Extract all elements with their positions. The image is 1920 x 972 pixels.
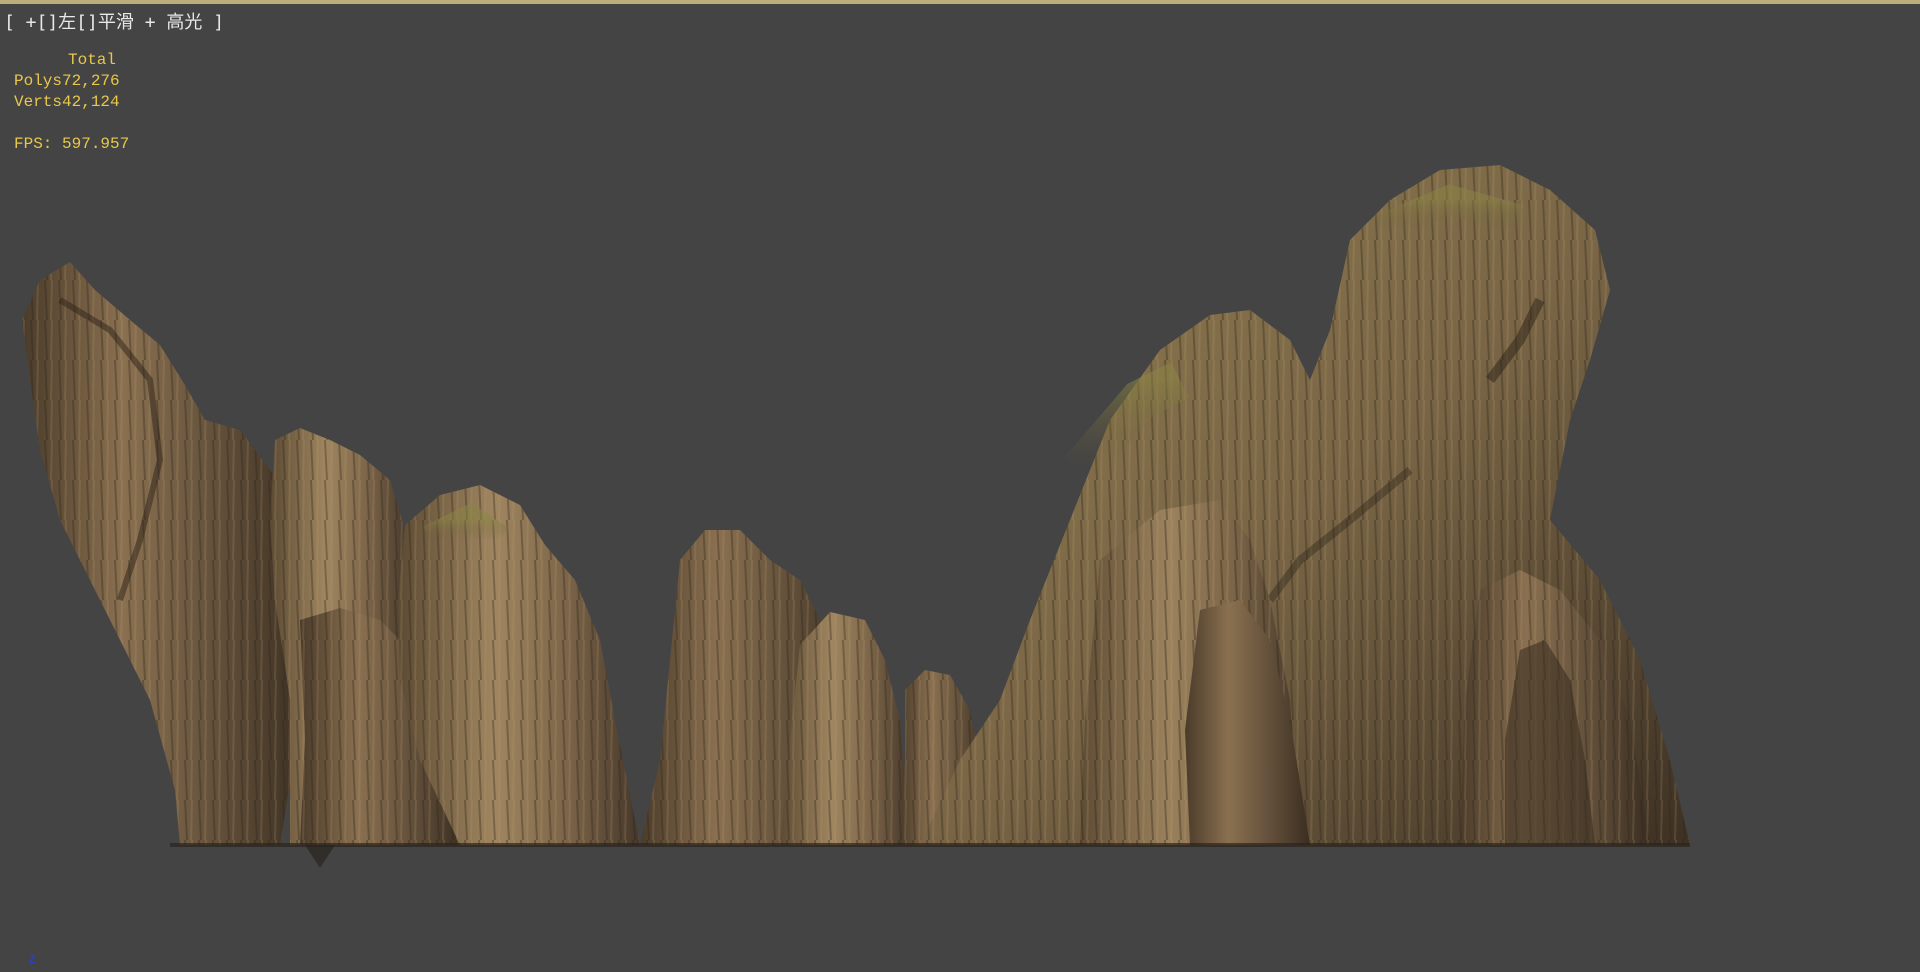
axis-indicator-z: z	[28, 952, 36, 967]
rock-right-mass	[920, 165, 1690, 845]
rock-left-tall	[22, 262, 310, 845]
ground-shadow	[170, 843, 1690, 847]
3d-viewport[interactable]: [ +[]左[]平滑 + 高光 ] Total Polys72,276 Vert…	[0, 0, 1920, 972]
rock-formation-model[interactable]	[0, 0, 1920, 972]
rock-tip-shadow	[305, 845, 335, 868]
rock-center-group	[640, 530, 990, 845]
